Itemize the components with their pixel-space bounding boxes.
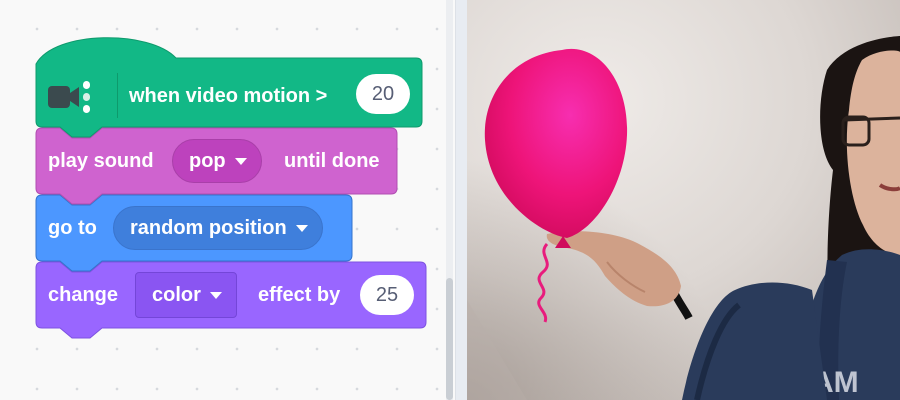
code-workspace[interactable]: when video motion > 20 play sound pop un…: [0, 0, 455, 400]
change-label: change: [48, 284, 119, 306]
workspace-scrollbar-thumb[interactable]: [446, 278, 453, 400]
chevron-down-icon: [209, 291, 222, 299]
hat-block-label: when video motion >: [129, 85, 328, 107]
play-sound-label: play sound: [48, 150, 154, 172]
video-sensing-icon: [48, 81, 90, 113]
go-to-label: go to: [48, 217, 97, 239]
panel-divider: [455, 0, 467, 400]
stage-scene: AM: [467, 0, 900, 400]
stage-video-feed[interactable]: AM: [467, 0, 900, 400]
chevron-down-icon: [295, 224, 308, 232]
motion-threshold-input[interactable]: 20: [356, 74, 410, 114]
until-done-label: until done: [284, 150, 380, 172]
effect-amount-input[interactable]: 25: [360, 275, 414, 315]
sound-dropdown[interactable]: pop: [172, 139, 262, 183]
hat-block-separator: [117, 73, 118, 118]
position-dropdown[interactable]: random position: [113, 206, 323, 250]
effect-dropdown[interactable]: color: [135, 272, 237, 318]
sound-dropdown-value: pop: [189, 149, 226, 172]
chevron-down-icon: [234, 157, 247, 165]
position-dropdown-value: random position: [130, 216, 287, 239]
effect-by-label: effect by: [258, 284, 341, 306]
effect-dropdown-value: color: [152, 283, 201, 306]
block-stack-shapes: [35, 37, 427, 339]
